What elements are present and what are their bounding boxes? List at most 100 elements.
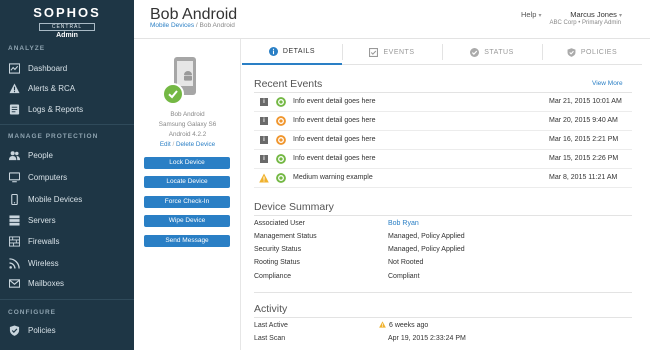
sidebar-item-policies[interactable]: Policies	[0, 320, 134, 340]
rooting-status-value: Not Rooted	[388, 259, 424, 266]
view-more-link[interactable]: View More	[592, 80, 623, 87]
info-type-icon: i	[260, 136, 268, 144]
logo-central-label: CENTRAL	[39, 23, 95, 31]
warning-icon	[379, 321, 386, 328]
compliance-label: Compliance	[254, 273, 291, 280]
sidebar-item-servers[interactable]: Servers	[0, 210, 134, 230]
computer-icon	[8, 171, 20, 183]
event-text: Info event detail goes here	[293, 136, 376, 143]
nav-section-analyze: ANALYZE	[8, 45, 46, 52]
nav-section-configure: CONFIGURE	[8, 309, 56, 316]
sidebar-item-mailboxes[interactable]: Mailboxes	[0, 273, 134, 293]
device-panel: Bob Android Samsung Galaxy S6 Android 4.…	[134, 39, 241, 350]
sidebar-item-alerts[interactable]: Alerts & RCA	[0, 78, 134, 98]
sidebar-item-firewalls[interactable]: Firewalls	[0, 231, 134, 251]
sidebar-item-label: Servers	[28, 215, 56, 225]
wipe-device-button[interactable]: Wipe Device	[144, 215, 230, 227]
sidebar-item-mobile-devices[interactable]: Mobile Devices	[0, 189, 134, 209]
tab-label: STATUS	[484, 48, 514, 56]
device-name: Bob Android	[170, 111, 205, 118]
logs-icon	[8, 103, 20, 115]
event-row[interactable]: i Info event detail goes here Mar 21, 20…	[254, 93, 632, 112]
send-message-button[interactable]: Send Message	[144, 235, 230, 247]
management-status-label: Management Status	[254, 233, 317, 240]
link-separator: /	[172, 141, 175, 148]
tab-details[interactable]: DETAILS	[242, 39, 342, 65]
event-date: Mar 16, 2015 2:21 PM	[549, 136, 619, 143]
event-row[interactable]: Medium warning example Mar 8, 2015 11:21…	[254, 169, 632, 188]
green-status-icon	[276, 154, 286, 164]
sidebar-item-wireless[interactable]: Wireless	[0, 253, 134, 273]
shield-icon	[8, 324, 20, 336]
event-row[interactable]: i Info event detail goes here Mar 16, 20…	[254, 131, 632, 150]
event-row[interactable]: i Info event detail goes here Mar 15, 20…	[254, 150, 632, 169]
force-check-in-button[interactable]: Force Check-In	[144, 196, 230, 208]
sidebar-item-label: Dashboard	[28, 63, 68, 73]
breadcrumb-mobile-devices-link[interactable]: Mobile Devices	[150, 22, 194, 29]
info-type-icon: i	[260, 117, 268, 125]
mail-icon	[8, 277, 20, 289]
info-icon	[268, 46, 278, 56]
rooting-status-label: Rooting Status	[254, 259, 300, 266]
tab-label: EVENTS	[383, 48, 415, 56]
recent-events-heading: Recent Events	[254, 78, 323, 90]
event-text: Medium warning example	[293, 174, 373, 181]
delete-device-link[interactable]: Delete Device	[176, 141, 215, 148]
device-summary-heading: Device Summary	[254, 201, 334, 213]
sidebar-item-label: Policies	[28, 325, 56, 335]
breadcrumb: Mobile Devices / Bob Android	[150, 22, 235, 29]
event-row[interactable]: i Info event detail goes here Mar 20, 20…	[254, 112, 632, 131]
event-text: Info event detail goes here	[293, 155, 376, 162]
logo-wordmark: SOPHOS	[33, 5, 101, 20]
event-text: Info event detail goes here	[293, 117, 376, 124]
device-links: Edit / Delete Device	[134, 141, 241, 148]
green-status-icon	[276, 97, 286, 107]
device-model: Samsung Galaxy S6	[158, 121, 217, 128]
security-status-value: Managed, Policy Applied	[388, 246, 465, 253]
tab-label: POLICIES	[580, 48, 618, 56]
info-type-icon: i	[260, 98, 268, 106]
help-label: Help	[521, 10, 537, 19]
event-date: Mar 20, 2015 9:40 AM	[549, 117, 618, 124]
help-menu[interactable]: Help ▾	[521, 10, 542, 19]
sidebar-item-people[interactable]: People	[0, 145, 134, 165]
wireless-icon	[8, 257, 20, 269]
edit-device-link[interactable]: Edit	[160, 141, 171, 148]
sidebar-item-label: Mailboxes	[28, 278, 65, 288]
sidebar-item-label: People	[28, 150, 53, 160]
shield-icon	[567, 47, 576, 57]
sidebar-item-label: Alerts & RCA	[28, 83, 76, 93]
sophos-central-logo[interactable]: SOPHOS CENTRAL Admin	[0, 0, 134, 40]
lock-device-button[interactable]: Lock Device	[144, 157, 230, 169]
green-status-icon	[276, 173, 286, 183]
android-icon	[184, 71, 192, 81]
sidebar-item-logs-reports[interactable]: Logs & Reports	[0, 99, 134, 119]
associated-user-link[interactable]: Bob Ryan	[388, 220, 419, 227]
sidebar-item-label: Firewalls	[28, 236, 60, 246]
breadcrumb-current: Bob Android	[199, 22, 235, 29]
logo-admin-label: Admin	[56, 32, 78, 39]
chevron-down-icon: ▾	[618, 13, 622, 19]
status-check-icon	[470, 47, 480, 57]
management-status-value: Managed, Policy Applied	[388, 233, 465, 240]
device-os: Android 4.2.2	[168, 131, 207, 138]
sidebar-item-computers[interactable]: Computers	[0, 167, 134, 187]
section-divider	[254, 292, 632, 293]
sidebar-item-dashboard[interactable]: Dashboard	[0, 58, 134, 78]
check-status-icon	[162, 83, 184, 105]
detail-tabs: DETAILS EVENTS STATUS POLICIES	[242, 39, 642, 65]
locate-device-button[interactable]: Locate Device	[144, 176, 230, 188]
last-active-value-wrap: 6 weeks ago	[379, 321, 428, 329]
user-menu[interactable]: Marcus Jones ▾	[570, 10, 622, 19]
tab-policies[interactable]: POLICIES	[542, 39, 642, 65]
associated-user-label: Associated User	[254, 220, 305, 227]
sidebar-item-label: Logs & Reports	[28, 104, 84, 114]
mobile-icon	[8, 193, 20, 205]
tab-events[interactable]: EVENTS	[342, 39, 442, 65]
people-icon	[8, 149, 20, 161]
last-scan-label: Last Scan	[254, 335, 286, 342]
orange-status-icon	[276, 135, 286, 145]
sidebar: SOPHOS CENTRAL Admin ANALYZE Dashboard A…	[0, 0, 134, 350]
sidebar-item-label: Computers	[28, 172, 68, 182]
tab-status[interactable]: STATUS	[442, 39, 542, 65]
